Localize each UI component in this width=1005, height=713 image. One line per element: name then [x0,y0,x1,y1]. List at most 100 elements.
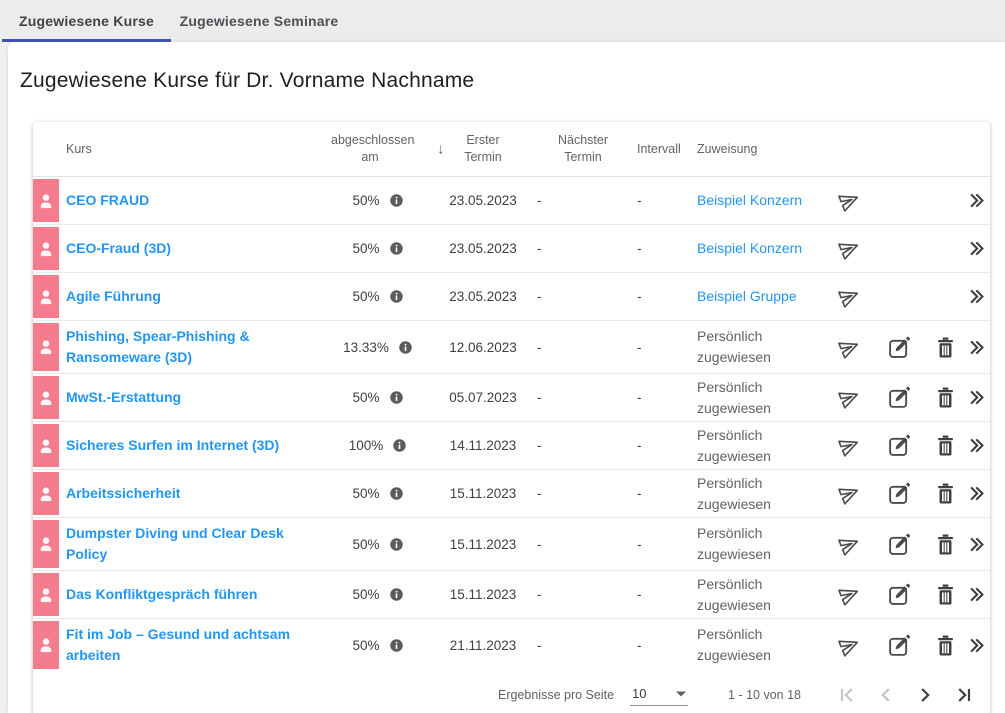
expand-row-button[interactable] [966,534,987,555]
assignment-value: Persönlich zugewiesen [697,328,771,365]
expand-row-button[interactable] [966,286,987,307]
expand-row-button[interactable] [966,483,987,504]
info-button[interactable] [389,289,404,304]
info-button[interactable] [389,638,404,653]
course-link[interactable]: MwSt.-Erstattung [66,389,181,405]
previous-page-icon [874,683,898,707]
first-date-value: 05.07.2023 [433,390,533,405]
assigned-courses-table: Kurs abgeschlossen am Erster Termin Näch… [33,122,990,713]
send-button[interactable] [838,336,861,359]
assignment-value[interactable]: Beispiel Konzern [697,192,802,208]
edit-cell [871,385,927,410]
user-avatar [33,520,59,568]
send-button[interactable] [838,434,861,457]
send-button[interactable] [838,482,861,505]
table-row: CEO FRAUD 50% 23.05.2023 - - Beispiel Ko… [33,177,990,225]
completion-value: 50% [352,486,379,501]
edit-button[interactable] [887,481,912,506]
column-header-erster-termin: Erster Termin [433,132,533,166]
info-button[interactable] [389,587,404,602]
info-button[interactable] [389,390,404,405]
next-date-value: - [533,289,633,304]
expand-row-button[interactable] [966,635,987,656]
assignment-value[interactable]: Beispiel Konzern [697,240,802,256]
first-date-value: 12.06.2023 [433,340,533,355]
course-link[interactable]: Agile Führung [66,288,161,304]
course-link[interactable]: Fit im Job – Gesund und achtsam arbeiten [66,626,290,663]
user-avatar [33,179,59,222]
delete-button[interactable] [935,583,956,606]
previous-page-button[interactable] [874,683,898,707]
user-avatar [33,376,59,419]
course-link[interactable]: Phishing, Spear-Phishing & Ransomeware (… [66,328,250,365]
delete-cell [927,482,963,505]
expand-row-button[interactable] [966,584,987,605]
send-button[interactable] [838,533,861,556]
info-button[interactable] [389,193,404,208]
send-button[interactable] [838,386,861,409]
expand-cell [963,483,990,504]
send-cell [827,634,871,657]
edit-button[interactable] [887,532,912,557]
delete-icon [935,386,956,409]
expand-row-button[interactable] [966,387,987,408]
completion-value: 50% [352,587,379,602]
info-button[interactable] [392,438,407,453]
column-header-abgeschlossen-am[interactable]: abgeschlossen am [307,132,433,166]
edit-button[interactable] [887,633,912,658]
send-button[interactable] [838,634,861,657]
info-button[interactable] [389,486,404,501]
edit-button[interactable] [887,433,912,458]
info-button[interactable] [389,241,404,256]
course-link[interactable]: Dumpster Diving und Clear Desk Policy [66,525,284,562]
edit-button[interactable] [887,385,912,410]
column-header-intervall: Intervall [633,141,697,158]
assignment-cell: Persönlich zugewiesen [697,326,827,368]
completion-cell: 50% [307,638,433,653]
info-button[interactable] [389,537,404,552]
edit-icon [887,481,912,506]
page-size-select[interactable]: 10 [630,684,688,706]
delete-cell [927,336,963,359]
edit-button[interactable] [887,335,912,360]
table-row: Fit im Job – Gesund und achtsam arbeiten… [33,619,990,671]
delete-button[interactable] [935,386,956,409]
delete-button[interactable] [935,482,956,505]
course-link[interactable]: Sicheres Surfen im Internet (3D) [66,437,279,453]
course-link[interactable]: Das Konfliktgespräch führen [66,586,257,602]
info-icon [389,289,404,304]
course-link[interactable]: Arbeitssicherheit [66,485,180,501]
expand-row-button[interactable] [966,238,987,259]
tab-zugewiesene-kurse[interactable]: Zugewiesene Kurse [0,0,173,42]
send-cell [827,285,871,308]
delete-button[interactable] [935,634,956,657]
last-page-button[interactable] [952,683,976,707]
user-icon [36,534,56,554]
course-link[interactable]: CEO FRAUD [66,192,149,208]
sort-descending-icon[interactable]: ↓ [437,141,445,158]
send-button[interactable] [838,285,861,308]
user-avatar [33,424,59,467]
next-date-value: - [533,638,633,653]
next-page-button[interactable] [913,683,937,707]
tab-zugewiesene-seminare[interactable]: Zugewiesene Seminare [173,0,345,42]
completion-value: 50% [352,638,379,653]
send-cell [827,434,871,457]
assignment-value[interactable]: Beispiel Gruppe [697,288,797,304]
delete-button[interactable] [935,336,956,359]
delete-button[interactable] [935,434,956,457]
info-button[interactable] [398,340,413,355]
send-button[interactable] [838,189,861,212]
course-link[interactable]: CEO-Fraud (3D) [66,240,171,256]
first-page-button[interactable] [835,683,859,707]
delete-button[interactable] [935,533,956,556]
edit-button[interactable] [887,582,912,607]
expand-row-button[interactable] [966,190,987,211]
edit-cell [871,433,927,458]
edit-cell [871,532,927,557]
expand-row-button[interactable] [966,337,987,358]
send-button[interactable] [838,237,861,260]
expand-row-button[interactable] [966,435,987,456]
table-row: Sicheres Surfen im Internet (3D) 100% 14… [33,422,990,470]
send-button[interactable] [838,583,861,606]
